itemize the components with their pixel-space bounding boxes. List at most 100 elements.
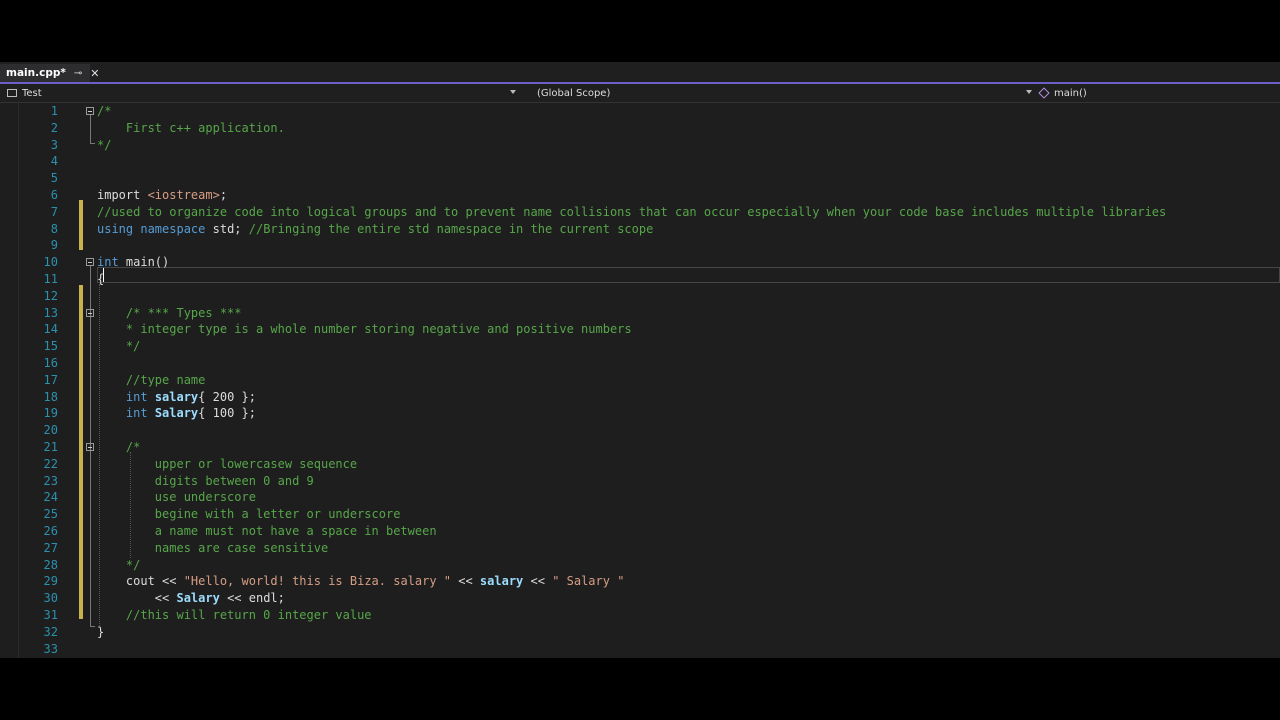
pin-icon[interactable]: ⊸ bbox=[74, 68, 82, 79]
scope-name: (Global Scope) bbox=[537, 87, 611, 99]
code-line: 11 { bbox=[0, 271, 1280, 288]
chevron-down-icon bbox=[1026, 90, 1032, 94]
line-number: 33 bbox=[43, 641, 58, 656]
code-token: main() bbox=[118, 255, 170, 270]
code-line: 1 /* bbox=[0, 103, 1280, 120]
code-line: 28 */ bbox=[0, 557, 1280, 574]
code-line: 25 begine with a letter or underscore bbox=[0, 506, 1280, 523]
code-text: import <iostream>; bbox=[97, 187, 227, 204]
line-number: 2 bbox=[50, 120, 58, 135]
code-line: 12 bbox=[0, 288, 1280, 305]
code-text: using namespace std; //Bringing the enti… bbox=[97, 221, 653, 238]
code-text: use underscore bbox=[97, 490, 256, 505]
line-number: 5 bbox=[50, 171, 58, 186]
navigation-bar: Test (Global Scope) main() bbox=[0, 84, 1280, 103]
code-editor[interactable]: 1 /* 2 First c++ application. 3 */ 4 5 6… bbox=[0, 103, 1280, 658]
code-token: using bbox=[97, 221, 134, 236]
member-dropdown[interactable]: main() bbox=[1036, 84, 1276, 102]
code-line: 21 /* bbox=[0, 439, 1280, 456]
code-text: /* *** Types *** bbox=[97, 305, 242, 320]
code-token: namespace bbox=[140, 221, 206, 236]
tab-main-cpp[interactable]: main.cpp* ⊸ ✕ bbox=[0, 64, 99, 82]
member-name: main() bbox=[1054, 87, 1087, 99]
code-token: cout << bbox=[97, 574, 184, 589]
code-line: 7 //used to organize code into logical g… bbox=[0, 204, 1280, 221]
collapse-icon[interactable] bbox=[86, 258, 94, 267]
code-text: a name must not have a space in between bbox=[97, 524, 437, 538]
line-number: 12 bbox=[43, 288, 58, 303]
screen: { "tab": {"title": "main.cpp*", "pin_ico… bbox=[0, 0, 1280, 720]
code-line: 4 bbox=[0, 153, 1280, 170]
line-number: 1 bbox=[50, 104, 58, 118]
code-line: 13 /* *** Types *** bbox=[0, 305, 1280, 322]
visual-studio-window: { "tab": {"title": "main.cpp*", "pin_ico… bbox=[0, 62, 1280, 658]
code-text: //this will return 0 integer value bbox=[97, 608, 372, 622]
line-number: 26 bbox=[43, 524, 58, 538]
code-token: { 200 }; bbox=[198, 389, 256, 404]
code-text: /* bbox=[97, 440, 141, 454]
collapse-icon[interactable] bbox=[86, 308, 94, 317]
code-line: 30 << Salary << endl; bbox=[0, 590, 1280, 607]
line-number: 6 bbox=[50, 188, 58, 202]
code-text: { bbox=[97, 272, 105, 286]
code-line: 18 int salary{ 200 }; bbox=[0, 389, 1280, 406]
line-number: 31 bbox=[43, 608, 58, 622]
line-number: 9 bbox=[50, 238, 58, 253]
code-line: 9 bbox=[0, 237, 1280, 254]
code-text: int Salary{ 100 }; bbox=[97, 405, 256, 422]
line-number: 11 bbox=[43, 272, 58, 286]
line-number: 15 bbox=[43, 339, 58, 354]
code-line: 31 //this will return 0 integer value bbox=[0, 607, 1280, 624]
code-line: 5 bbox=[0, 170, 1280, 187]
collapse-icon[interactable] bbox=[86, 107, 94, 115]
tab-title: main.cpp* bbox=[6, 67, 66, 79]
code-token: salary bbox=[154, 389, 199, 404]
collapse-icon[interactable] bbox=[86, 443, 94, 451]
code-line: 8 using namespace std; //Bringing the en… bbox=[0, 221, 1280, 238]
code-line: 6 import <iostream>; bbox=[0, 187, 1280, 204]
code-line: 17 //type name bbox=[0, 372, 1280, 389]
code-line: 24 use underscore bbox=[0, 489, 1280, 506]
code-line: 14 * integer type is a whole number stor… bbox=[0, 321, 1280, 338]
code-line: 29 cout << "Hello, world! this is Biza. … bbox=[0, 573, 1280, 590]
code-text: int main() bbox=[97, 254, 169, 271]
code-line: 33 bbox=[0, 641, 1280, 658]
code-token: << bbox=[97, 591, 177, 606]
code-line: 10 int main() bbox=[0, 254, 1280, 271]
code-line: 3 */ bbox=[0, 137, 1280, 154]
line-number: 21 bbox=[43, 440, 58, 454]
code-text: * integer type is a whole number storing… bbox=[97, 322, 632, 337]
code-text: digits between 0 and 9 bbox=[97, 473, 314, 488]
code-token: salary bbox=[479, 574, 524, 589]
document-tab-strip: main.cpp* ⊸ ✕ bbox=[0, 62, 1280, 84]
code-token: ; bbox=[219, 188, 228, 202]
line-number: 25 bbox=[43, 507, 58, 522]
code-text: First c++ application. bbox=[97, 120, 285, 135]
line-number: 32 bbox=[43, 624, 58, 639]
line-number: 27 bbox=[43, 540, 58, 555]
function-icon bbox=[1038, 87, 1050, 99]
code-token: Salary bbox=[176, 591, 220, 606]
code-text: int salary{ 200 }; bbox=[97, 389, 256, 406]
code-token: std; bbox=[205, 221, 249, 236]
code-text: /* bbox=[97, 104, 112, 118]
line-number: 8 bbox=[50, 221, 58, 236]
project-name: Test bbox=[22, 87, 42, 99]
line-number: 28 bbox=[43, 557, 58, 572]
code-text: */ bbox=[97, 557, 141, 572]
line-number: 23 bbox=[43, 473, 58, 488]
line-number: 22 bbox=[43, 456, 58, 471]
close-icon[interactable]: ✕ bbox=[90, 67, 99, 80]
code-text: upper or lowercasew sequence bbox=[97, 456, 358, 471]
line-number: 14 bbox=[43, 322, 58, 337]
code-token: << bbox=[451, 574, 480, 589]
line-number: 17 bbox=[43, 372, 58, 387]
code-text: */ bbox=[97, 137, 112, 152]
scope-dropdown[interactable]: (Global Scope) bbox=[537, 84, 1035, 102]
code-text: */ bbox=[97, 339, 141, 354]
project-dropdown[interactable]: Test bbox=[0, 84, 520, 102]
code-token: " Salary " bbox=[552, 574, 625, 589]
code-token: int bbox=[97, 389, 148, 404]
